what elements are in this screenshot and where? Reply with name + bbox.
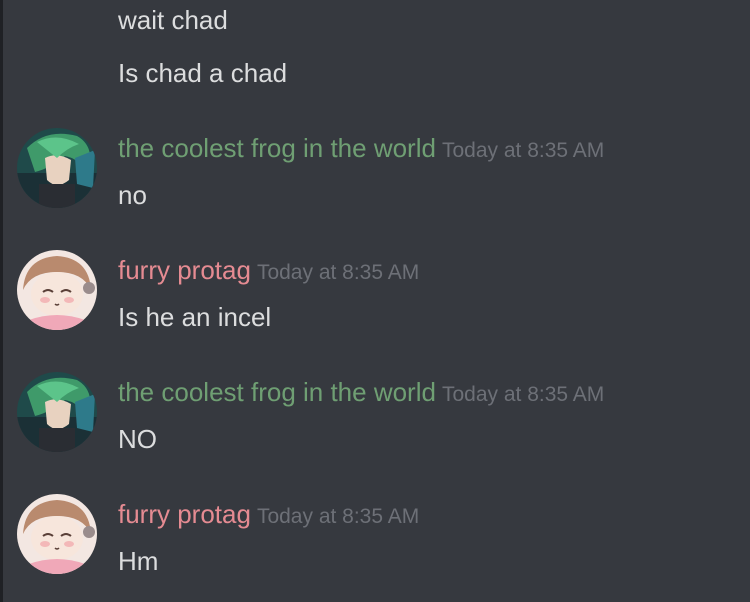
avatar[interactable] (17, 372, 97, 452)
green-haired-character-avatar-icon (17, 372, 97, 452)
message-header: furry protag Today at 8:35 AM (118, 501, 419, 527)
chat-message-list: wait chad Is chad a chad the coolest fro… (0, 0, 750, 602)
channel-divider (0, 0, 3, 602)
message-text: Is chad a chad (118, 58, 288, 88)
author-name[interactable]: the coolest frog in the world (118, 133, 436, 163)
avatar[interactable] (17, 494, 97, 574)
author-name[interactable]: the coolest frog in the world (118, 377, 436, 407)
author-name[interactable]: furry protag (118, 255, 251, 285)
sleepy-anime-character-avatar-icon (17, 250, 97, 330)
message-timestamp: Today at 8:35 AM (441, 383, 605, 406)
avatar[interactable] (17, 250, 97, 330)
message-text: Is he an incel (118, 302, 272, 332)
message-timestamp: Today at 8:35 AM (256, 261, 420, 284)
message-header: the coolest frog in the world Today at 8:… (118, 379, 604, 405)
message-text: no (118, 180, 147, 210)
green-haired-character-avatar-icon (17, 128, 97, 208)
message-text: NO (118, 424, 157, 454)
message-text: Hm (118, 546, 159, 576)
message-timestamp: Today at 8:35 AM (441, 139, 605, 162)
message-header: the coolest frog in the world Today at 8:… (118, 135, 604, 161)
message-timestamp: Today at 8:35 AM (256, 505, 420, 528)
author-name[interactable]: furry protag (118, 499, 251, 529)
sleepy-anime-character-avatar-icon (17, 494, 97, 574)
avatar[interactable] (17, 128, 97, 208)
message-header: furry protag Today at 8:35 AM (118, 257, 419, 283)
message-text: wait chad (118, 5, 228, 35)
